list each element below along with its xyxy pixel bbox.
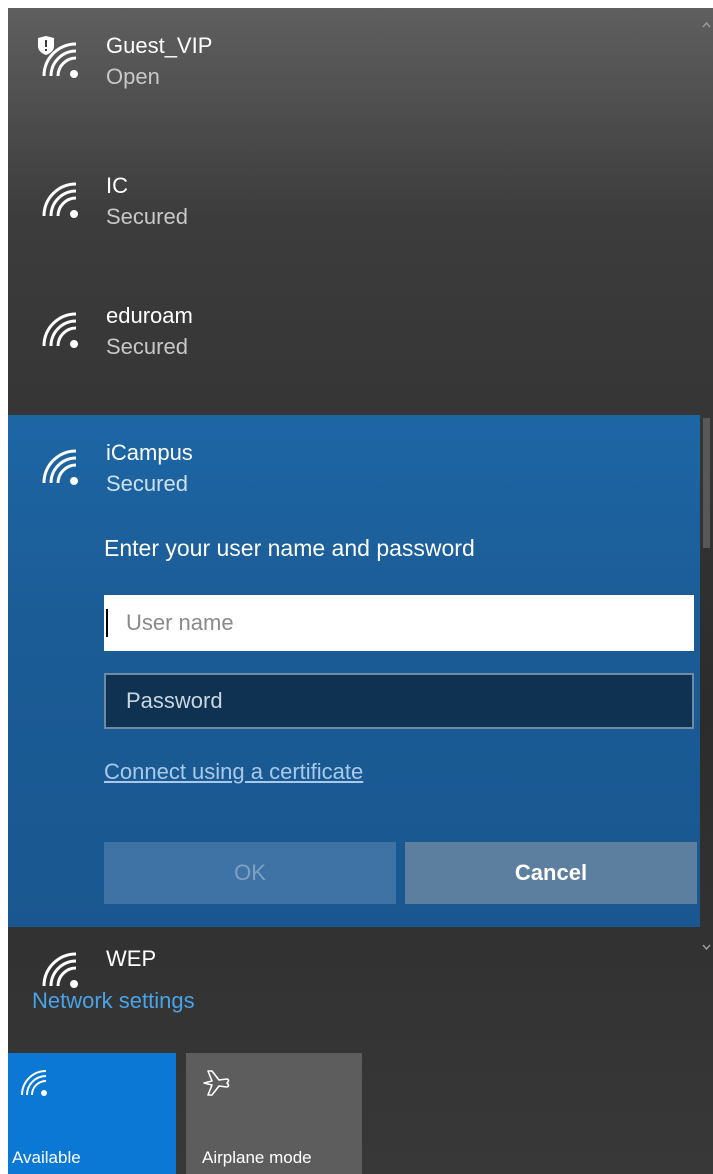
wifi-icon [21,1070,47,1096]
network-status: Open [106,64,160,89]
ok-button[interactable]: OK [104,842,396,904]
network-name: WEP [106,946,157,971]
credentials-prompt: Enter your user name and password [104,535,475,561]
network-flyout: Guest_VIP Open IC Secured eduroam Secure… [8,8,713,1174]
network-item-wep[interactable]: WEP [8,928,700,988]
text-caret [106,609,108,637]
connect-certificate-link[interactable]: Connect using a certificate [104,759,363,785]
network-settings-link[interactable]: Network settings [32,988,195,1014]
network-status: Secured [106,471,188,496]
network-item-eduroam[interactable]: eduroam Secured [8,278,700,408]
password-input[interactable] [104,673,694,729]
wifi-icon [42,449,78,485]
tile-label: Airplane mode [202,1148,312,1167]
network-name: iCampus [106,440,193,465]
airplane-mode-tile[interactable]: Airplane mode [186,1053,362,1174]
wifi-open-shield-icon [38,36,78,78]
wifi-icon [42,312,78,348]
scroll-down-arrow-icon[interactable] [700,940,713,954]
network-list-scrollbar[interactable] [700,8,713,993]
scroll-thumb[interactable] [703,418,710,548]
network-name: Guest_VIP [106,33,213,58]
network-status: Secured [106,334,188,359]
quick-actions: Available Airplane mode [8,1053,713,1174]
network-item-ic[interactable]: IC Secured [8,148,700,278]
wifi-icon [42,182,78,218]
wifi-toggle-tile[interactable]: Available [8,1053,176,1174]
wifi-icon [42,952,78,988]
tile-label: Available [12,1148,81,1167]
network-item-guest-vip[interactable]: Guest_VIP Open [8,8,700,138]
cancel-button[interactable]: Cancel [405,842,697,904]
network-status: Secured [106,204,188,229]
airplane-icon [203,1070,230,1096]
network-item-icampus[interactable]: iCampus Secured Enter your user name and… [8,415,700,927]
network-name: IC [106,173,128,198]
username-input[interactable] [104,595,694,651]
scroll-up-arrow-icon[interactable] [700,18,713,32]
network-name: eduroam [106,303,193,328]
network-list: Guest_VIP Open IC Secured eduroam Secure… [8,8,700,993]
